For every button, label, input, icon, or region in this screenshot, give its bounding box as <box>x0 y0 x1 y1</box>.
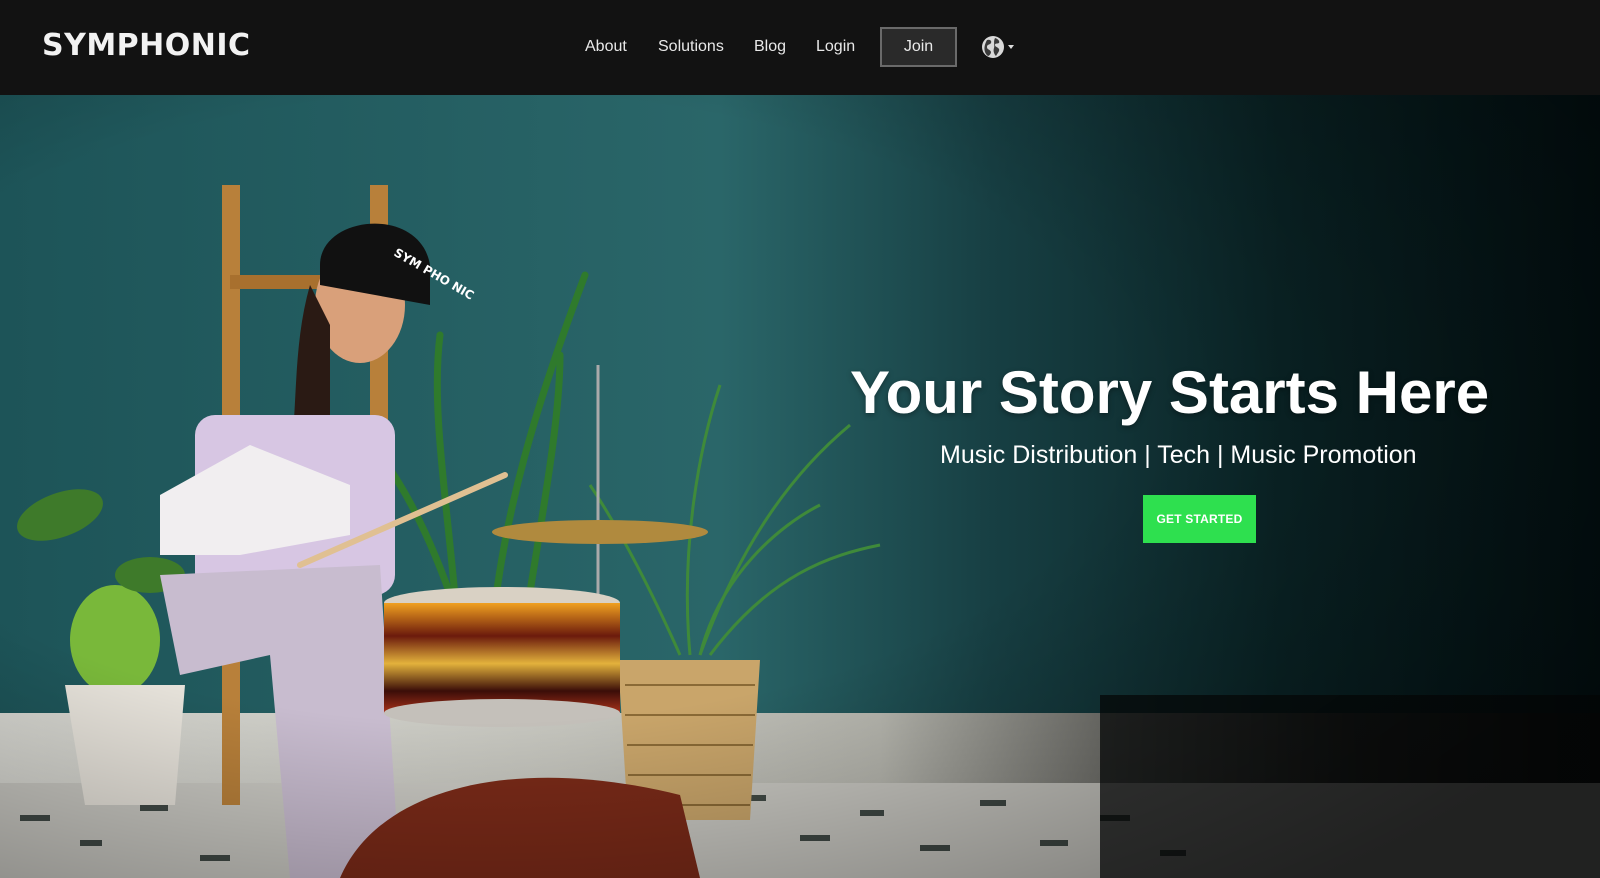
nav-login[interactable]: Login <box>816 38 855 56</box>
get-started-button[interactable]: GET STARTED <box>1143 495 1256 543</box>
hero-subheadline: Music Distribution | Tech | Music Promot… <box>940 441 1417 469</box>
nav-blog[interactable]: Blog <box>754 38 786 56</box>
language-dropdown-caret-icon[interactable] <box>1008 45 1014 49</box>
nav-solutions[interactable]: Solutions <box>658 38 724 56</box>
hero-background-image: SYM PHO NIC <box>0 95 1600 878</box>
hero-headline: Your Story Starts Here <box>850 359 1490 426</box>
nav-about[interactable]: About <box>585 38 627 56</box>
join-button[interactable]: Join <box>880 27 957 67</box>
site-header: SYMPHONIC About Solutions Blog Login Joi… <box>0 0 1600 95</box>
symphonic-logo[interactable]: SYMPHONIC <box>42 28 251 63</box>
globe-icon[interactable] <box>981 35 1005 59</box>
hero-section: SYM PHO NIC Your Story Starts Here Music… <box>0 95 1600 878</box>
